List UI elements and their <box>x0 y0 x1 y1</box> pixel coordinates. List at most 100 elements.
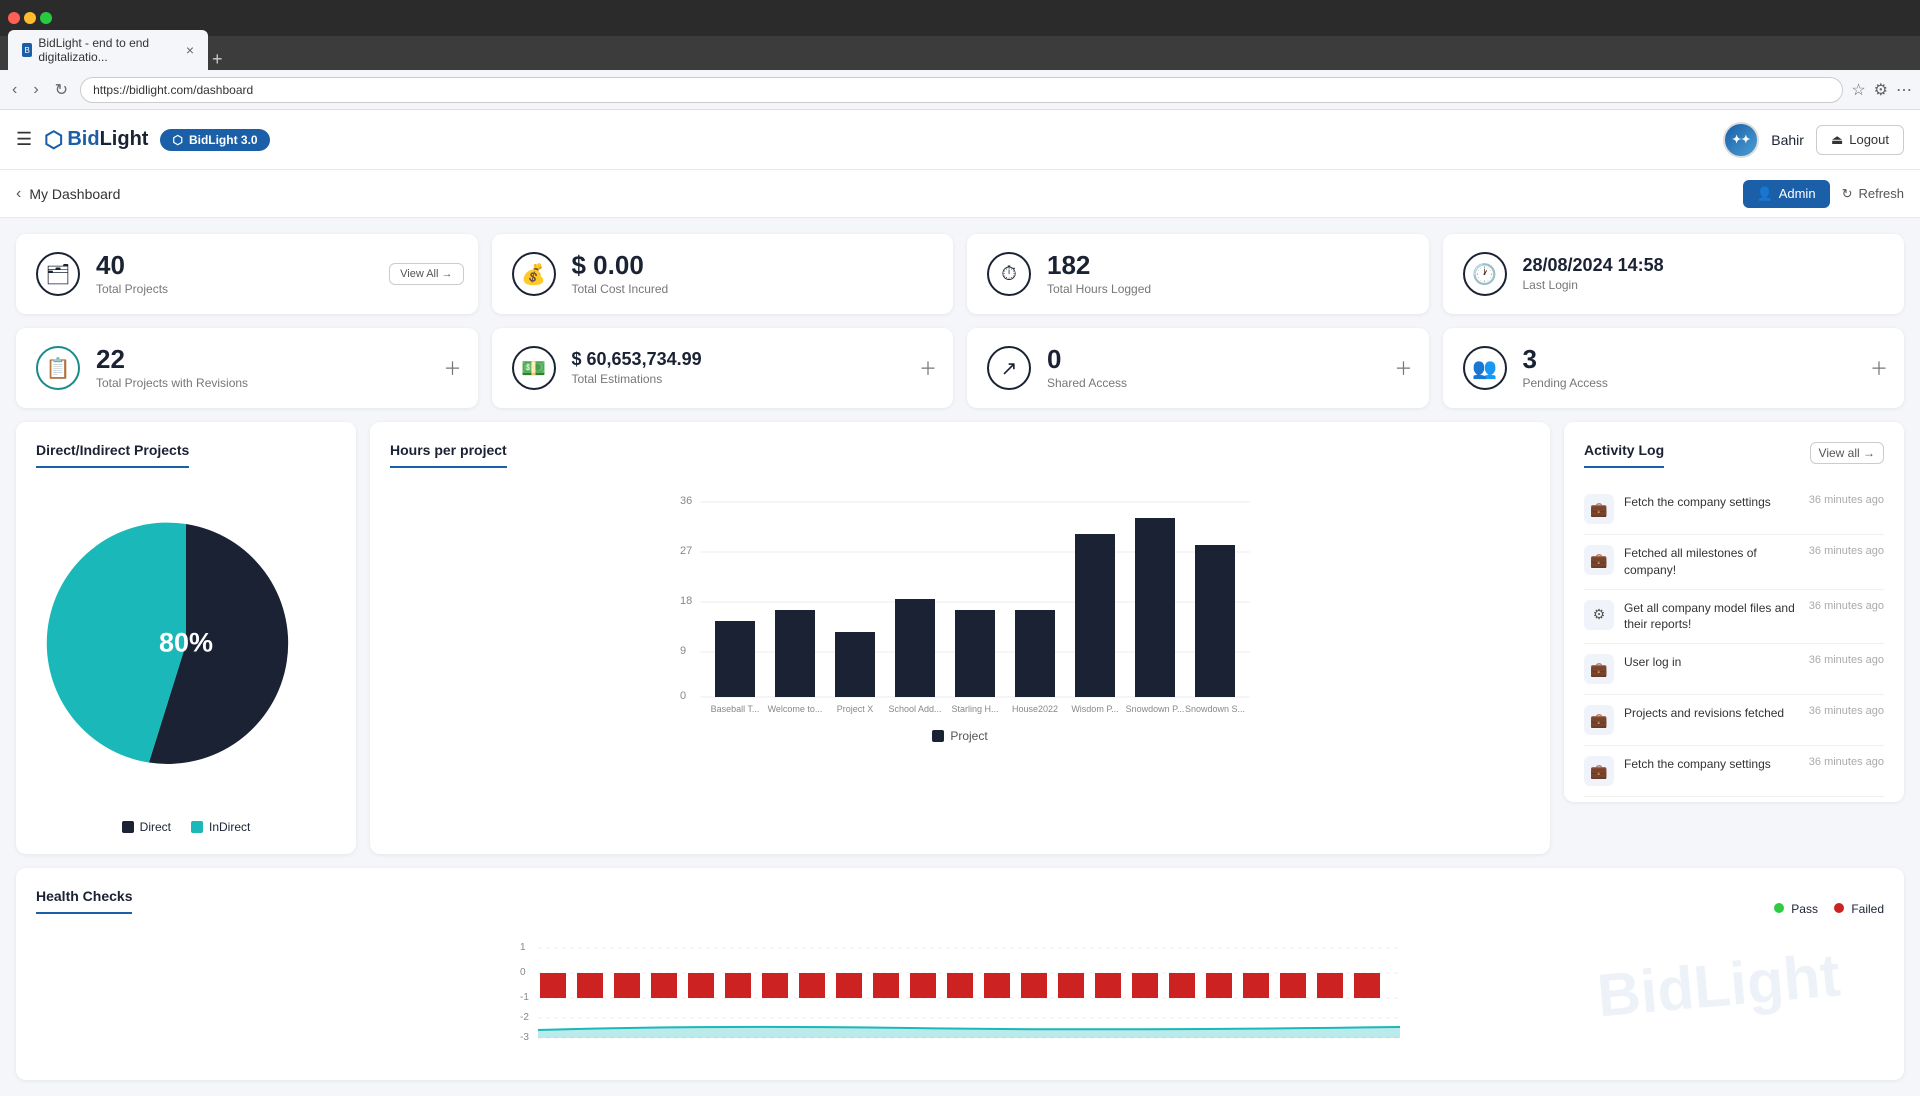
minimize-window-button[interactable] <box>24 12 36 24</box>
health-bar-22 <box>1317 973 1343 998</box>
version-badge-button[interactable]: ⬡ BidLight 3.0 <box>160 129 269 151</box>
stat-info-pending-access: 3 Pending Access <box>1523 346 1885 390</box>
health-bar-19 <box>1206 973 1232 998</box>
health-y-minus1: -1 <box>520 992 529 1003</box>
add-estimations-button[interactable]: ＋ <box>919 355 937 381</box>
app-header-left: ☰ ⬡ BidLight ⬡ BidLight 3.0 <box>16 127 270 153</box>
stat-info-total-hours: 182 Total Hours Logged <box>1047 252 1409 296</box>
url-bar[interactable]: https://bidlight.com/dashboard <box>80 77 1843 103</box>
new-tab-button[interactable]: + <box>212 49 223 70</box>
pie-direct-pct-label: 80% <box>159 628 213 658</box>
stat-info-estimations: $ 60,653,734.99 Total Estimations <box>572 350 934 386</box>
activity-item-text: Projects and revisions fetched <box>1624 705 1799 722</box>
activity-item-time: 36 minutes ago <box>1809 600 1884 612</box>
browser-toolbar: ‹ › ↻ https://bidlight.com/dashboard ☆ ⚙… <box>0 70 1920 110</box>
x-label-welcome: Welcome to... <box>768 704 823 714</box>
health-checks-row: Health Checks Pass Failed 1 <box>16 868 1904 1080</box>
view-all-projects-button[interactable]: View All → <box>389 263 463 285</box>
health-bar-1 <box>540 973 566 998</box>
bar-chart-legend: Project <box>390 729 1530 743</box>
health-bar-8 <box>799 973 825 998</box>
admin-button[interactable]: 👤 Admin <box>1743 180 1830 208</box>
bar-projectx <box>835 632 875 697</box>
health-bar-3 <box>614 973 640 998</box>
bar-chart-title: Hours per project <box>390 442 507 468</box>
activity-item-time: 36 minutes ago <box>1809 756 1884 768</box>
admin-label: Admin <box>1779 186 1816 201</box>
health-bar-12 <box>947 973 973 998</box>
tab-close-button[interactable]: × <box>186 42 194 58</box>
stats-row-2: 📋 22 Total Projects with Revisions ＋ 💵 $… <box>16 328 1904 408</box>
health-bar-16 <box>1095 973 1121 998</box>
close-window-button[interactable] <box>8 12 20 24</box>
bar-wisdom <box>1075 534 1115 697</box>
activity-list-item: ⚙ Get all company model files and their … <box>1584 797 1884 802</box>
pending-access-number: 3 <box>1523 346 1885 372</box>
health-bar-17 <box>1132 973 1158 998</box>
total-cost-label: Total Cost Incured <box>572 282 934 296</box>
activity-item-time: 36 minutes ago <box>1809 494 1884 506</box>
back-button[interactable]: ‹ <box>8 77 21 103</box>
maximize-window-button[interactable] <box>40 12 52 24</box>
bookmark-icon[interactable]: ☆ <box>1851 80 1865 100</box>
bar-snowdown-s <box>1195 545 1235 697</box>
stat-card-estimations: 💵 $ 60,653,734.99 Total Estimations ＋ <box>492 328 954 408</box>
stat-info-shared-access: 0 Shared Access <box>1047 346 1409 390</box>
activity-log-panel: Activity Log View all → 💼 Fetch the comp… <box>1564 422 1904 802</box>
extensions-icon[interactable]: ⚙ <box>1874 80 1888 100</box>
bar-legend-label: Project <box>950 729 987 743</box>
stat-info-revisions: 22 Total Projects with Revisions <box>96 346 458 390</box>
app-header-right: ✦✦ Bahir ⏏ Logout <box>1723 122 1904 158</box>
stats-row-1: 🗂 40 Total Projects View All → 💰 $ 0.00 … <box>16 234 1904 314</box>
breadcrumb: ‹ My Dashboard <box>16 185 120 203</box>
view-all-activity-button[interactable]: View all → <box>1810 442 1884 464</box>
add-shared-access-button[interactable]: ＋ <box>1395 355 1413 381</box>
logout-button[interactable]: ⏏ Logout <box>1816 125 1904 155</box>
health-bar-5 <box>688 973 714 998</box>
app-header: ☰ ⬡ BidLight ⬡ BidLight 3.0 ✦✦ Bahir ⏏ L… <box>0 110 1920 170</box>
x-label-snowdown-p: Snowdown P... <box>1126 704 1185 714</box>
refresh-label: Refresh <box>1858 186 1904 201</box>
health-bar-18 <box>1169 973 1195 998</box>
forward-button[interactable]: › <box>29 77 42 103</box>
health-bar-2 <box>577 973 603 998</box>
x-label-snowdown-s: Snowdown S... <box>1185 704 1245 714</box>
bar-baseball <box>715 621 755 697</box>
bar-chart-svg: 36 27 18 9 0 <box>390 484 1530 724</box>
pending-access-icon: 👥 <box>1463 346 1507 390</box>
view-all-activity-label: View all → <box>1819 446 1875 460</box>
activity-log-header: Activity Log View all → <box>1584 442 1884 484</box>
health-checks-title: Health Checks <box>36 888 132 914</box>
health-y-1: 1 <box>520 942 526 953</box>
refresh-button[interactable]: ↻ Refresh <box>1842 186 1904 202</box>
revisions-number: 22 <box>96 346 458 372</box>
y-label-18: 18 <box>680 595 692 607</box>
main-content: 🗂 40 Total Projects View All → 💰 $ 0.00 … <box>0 218 1920 1096</box>
pie-indirect-pct-label: 20% <box>258 729 297 751</box>
activity-item-text: Fetch the company settings <box>1624 494 1799 511</box>
activity-item-icon: 💼 <box>1584 705 1614 735</box>
health-bar-11 <box>910 973 936 998</box>
stat-card-shared-access: ↗ 0 Shared Access ＋ <box>967 328 1429 408</box>
cost-icon: 💰 <box>512 252 556 296</box>
active-browser-tab[interactable]: B BidLight - end to end digitalizatio...… <box>8 30 208 70</box>
url-text: https://bidlight.com/dashboard <box>93 83 253 97</box>
y-label-36: 36 <box>680 495 692 507</box>
sidebar-toggle-button[interactable]: ☰ <box>16 129 32 150</box>
activity-list-item: 💼 Fetched all milestones of company! 36 … <box>1584 535 1884 590</box>
add-pending-access-button[interactable]: ＋ <box>1870 355 1888 381</box>
stat-info-last-login: 28/08/2024 14:58 Last Login <box>1523 256 1885 292</box>
logout-label: Logout <box>1849 132 1889 147</box>
x-label-starling: Starling H... <box>951 704 998 714</box>
view-all-projects-label: View All → <box>400 268 452 280</box>
browser-chrome <box>0 0 1920 36</box>
breadcrumb-back-button[interactable]: ‹ <box>16 185 21 203</box>
stat-info-total-cost: $ 0.00 Total Cost Incured <box>572 252 934 296</box>
menu-icon[interactable]: ⋯ <box>1896 80 1912 100</box>
shared-access-label: Shared Access <box>1047 376 1409 390</box>
reload-button[interactable]: ↻ <box>51 76 72 104</box>
total-hours-number: 182 <box>1047 252 1409 278</box>
activity-log-list: 💼 Fetch the company settings 36 minutes … <box>1584 484 1884 802</box>
x-label-projectx: Project X <box>837 704 874 714</box>
add-revisions-button[interactable]: ＋ <box>444 355 462 381</box>
